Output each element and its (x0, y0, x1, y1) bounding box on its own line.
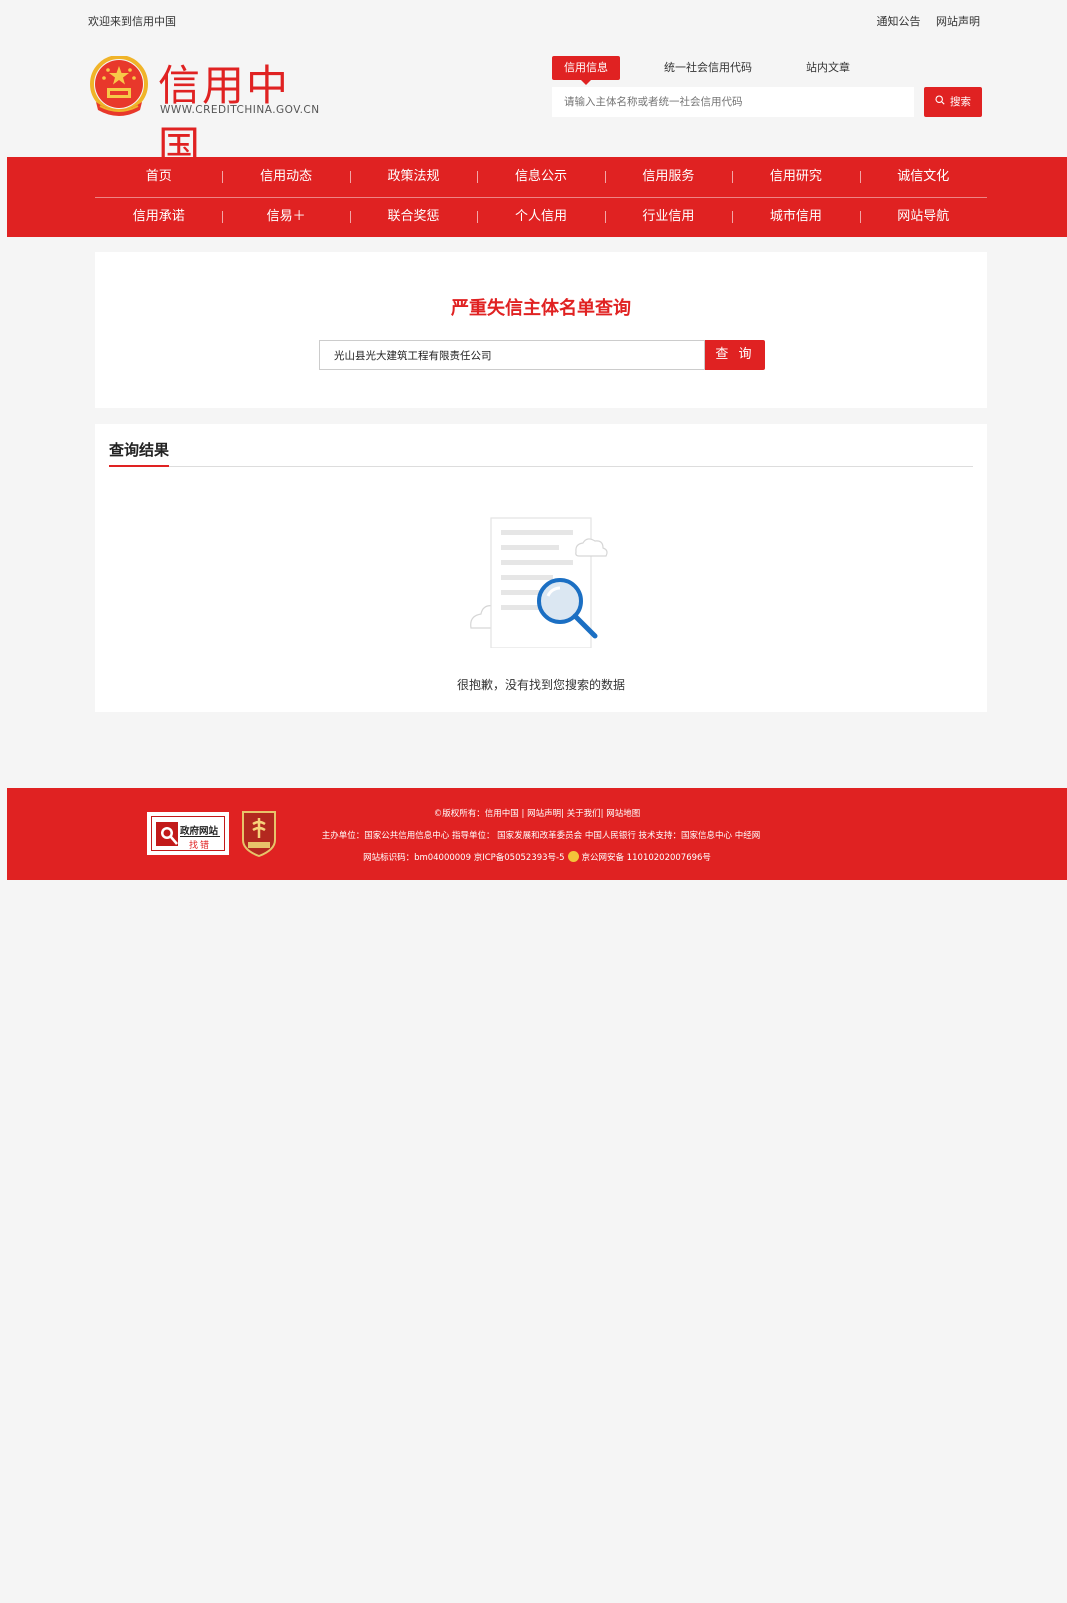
copyright-line: ©版权所有：信用中国 | 网站声明| 关于我们| 网站地图 (433, 809, 641, 819)
result-header: 查询结果 (109, 440, 973, 467)
nav-item-site-navigation[interactable]: 网站导航 (859, 197, 987, 237)
nav-item-credit-commitment[interactable]: 信用承诺 (95, 197, 222, 237)
header: 信用中国 WWW.CREDITCHINA.GOV.CN 信用信息 统一社会信用代… (88, 40, 982, 171)
result-title: 查询结果 (109, 440, 170, 467)
footer-text: ©版权所有：信用中国 | 网站声明| 关于我们| 网站地图 主办单位：国家公共信… (7, 806, 1067, 872)
logo-subtitle: WWW.CREDITCHINA.GOV.CN (160, 104, 320, 116)
notice-link[interactable]: 通知公告 (877, 15, 921, 28)
query-title: 严重失信主体名单查询 (451, 298, 631, 319)
nav-item-city-credit[interactable]: 城市信用 (732, 197, 859, 237)
tab-credit-code[interactable]: 统一社会信用代码 (652, 56, 764, 80)
top-bar: 欢迎来到信用中国 通知公告 网站声明 (88, 0, 980, 40)
icp-line: 网站标识码：bm04000009 京ICP备05052393号-5 京公网安备 1… (7, 850, 1067, 872)
query-card: 严重失信主体名单查询 查 询 (95, 252, 987, 408)
welcome-text: 欢迎来到信用中国 (88, 15, 176, 28)
top-links: 通知公告 网站声明 (865, 13, 981, 29)
tab-site-articles[interactable]: 站内文章 (794, 56, 862, 80)
empty-message: 很抱歉，没有找到您搜索的数据 (456, 678, 625, 692)
nav-item-joint-rewards[interactable]: 联合奖惩 (349, 197, 477, 237)
main-nav: 首页 信用动态 政策法规 信息公示 信用服务 信用研究 诚信文化 信用承诺 信易… (7, 157, 1067, 237)
nav-item-credit-service[interactable]: 信用服务 (604, 157, 732, 197)
search-icon (935, 87, 945, 117)
public-security-text: 京公网安备 11010202007696号 (581, 853, 711, 863)
tab-credit-info[interactable]: 信用信息 (552, 56, 620, 85)
nav-item-credit-news[interactable]: 信用动态 (222, 157, 349, 197)
site-statement-link[interactable]: 网站声明 (936, 15, 980, 28)
nav-item-policies[interactable]: 政策法规 (349, 157, 477, 197)
header-search-input[interactable] (552, 87, 914, 117)
nav-item-home[interactable]: 首页 (95, 157, 222, 197)
nav-item-credit-research[interactable]: 信用研究 (732, 157, 859, 197)
header-search-button[interactable]: 搜索 (924, 87, 982, 117)
nav-item-public-info[interactable]: 信息公示 (477, 157, 604, 197)
nav-row-1: 首页 信用动态 政策法规 信息公示 信用服务 信用研究 诚信文化 (95, 157, 987, 198)
nav-item-industry-credit[interactable]: 行业信用 (604, 197, 732, 237)
search-button-label: 搜索 (950, 96, 971, 108)
search-tabs: 信用信息 统一社会信用代码 站内文章 (552, 56, 882, 85)
result-card: 查询结果 很抱歉，没有找到您搜索的数据 (95, 424, 987, 712)
query-input[interactable] (319, 340, 705, 370)
icp-text: 网站标识码：bm04000009 京ICP备05052393号-5 (363, 853, 565, 863)
organizers-line: 主办单位：国家公共信用信息中心 指导单位： 国家发展和改革委员会 中国人民银行 … (321, 831, 761, 841)
no-data-illustration-icon (470, 517, 608, 648)
nav-item-integrity-culture[interactable]: 诚信文化 (859, 157, 987, 197)
police-badge-icon (567, 851, 579, 862)
header-search: 信用信息 统一社会信用代码 站内文章 搜索 (552, 56, 982, 136)
nav-item-personal-credit[interactable]: 个人信用 (477, 197, 604, 237)
national-emblem-icon (90, 56, 148, 116)
footer: 政府网站 找错 ©版权所有：信用中国 | 网站声明| 关于我们| 网站地图 主办… (7, 788, 1067, 880)
nav-row-2: 信用承诺 信易＋ 联合奖惩 个人信用 行业信用 城市信用 网站导航 (95, 197, 987, 237)
query-button[interactable]: 查 询 (705, 340, 765, 370)
site-logo[interactable]: 信用中国 WWW.CREDITCHINA.GOV.CN (90, 54, 330, 171)
nav-item-xinyi-plus[interactable]: 信易＋ (222, 197, 349, 237)
